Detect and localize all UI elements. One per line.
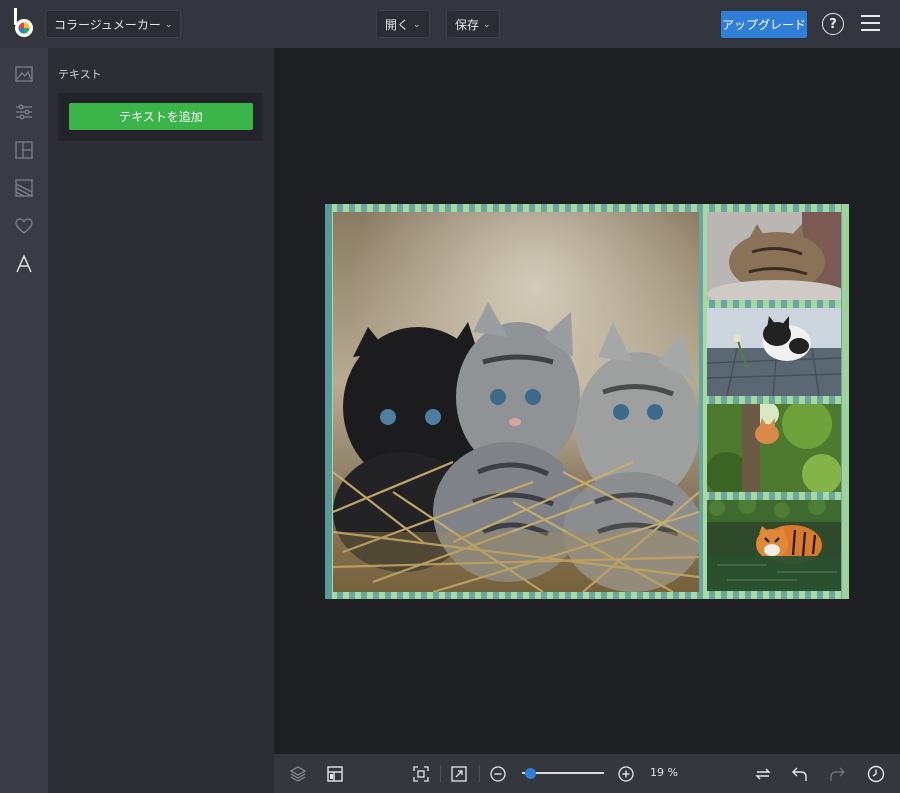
photos-icon[interactable] [14,64,34,84]
layout-grid-icon[interactable] [325,764,345,784]
undo-icon[interactable] [790,764,810,784]
zoom-slider-handle[interactable] [525,768,537,779]
layouts-icon[interactable] [14,140,34,160]
upgrade-button[interactable]: アップグレード [721,11,807,38]
adjustments-icon[interactable] [14,102,34,122]
chevron-down-icon: ⌄ [413,19,421,30]
chevron-down-icon: ⌄ [164,19,173,30]
add-text-button[interactable]: テキストを追加 [69,103,253,130]
save-label: 保存 [455,17,480,32]
text-tool-icon[interactable] [14,254,34,274]
open-dropdown[interactable]: 開く ⌄ [376,10,430,38]
text-panel: テキスト テキストを追加 [48,48,274,793]
swap-icon[interactable] [753,764,773,784]
photo-kittens-in-hay[interactable] [333,212,699,592]
help-icon[interactable]: ? [822,13,844,35]
chevron-down-icon: ⌄ [483,19,491,30]
hamburger-menu-icon[interactable] [861,15,880,31]
panel-title: テキスト [58,68,102,81]
collage-border-right [842,204,849,599]
fit-to-screen-icon[interactable] [411,764,431,784]
history-icon[interactable] [866,764,886,784]
redo-icon[interactable] [827,764,847,784]
collage-maker-label: コラージュメーカー [54,17,161,32]
layers-icon[interactable] [288,764,308,784]
zoom-out-icon[interactable] [488,764,508,784]
photo-kitten-on-pavement[interactable] [707,308,841,396]
add-text-container: テキストを追加 [58,93,263,141]
stickers-heart-icon[interactable] [14,216,34,236]
top-bar: コラージュメーカー ⌄ 開く ⌄ 保存 ⌄ アップグレード ? [0,0,900,48]
photo-sleeping-kitten[interactable] [707,212,841,300]
collage-border-left [325,204,332,599]
save-dropdown[interactable]: 保存 ⌄ [446,10,500,38]
collage-maker-dropdown[interactable]: コラージュメーカー ⌄ [45,10,182,38]
expand-icon[interactable] [449,764,469,784]
app-logo-icon[interactable] [10,7,40,39]
photo-kitten-in-tree[interactable] [707,404,841,492]
zoom-level-text: 19 % [650,766,678,779]
left-tool-rail [0,48,48,793]
collage[interactable] [325,204,849,599]
zoom-in-icon[interactable] [616,764,636,784]
open-label: 開く [385,17,410,32]
photo-tiger-in-water[interactable] [707,500,841,591]
backgrounds-icon[interactable] [14,178,34,198]
